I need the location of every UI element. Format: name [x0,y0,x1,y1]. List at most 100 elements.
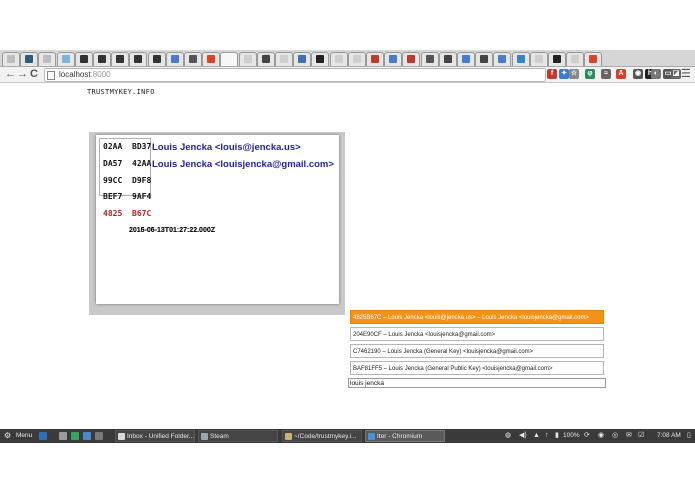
reload-icon[interactable]: C [30,67,38,82]
fingerprint-block: BD37 [132,142,152,151]
tool-icon[interactable]: φ [585,69,595,79]
browser-tab[interactable] [366,52,384,66]
browser-tab[interactable] [457,52,475,66]
spreadsheet-icon[interactable] [71,432,79,440]
browser-tab[interactable] [475,52,494,66]
search-icon [298,55,307,63]
app-icon [516,55,525,63]
battery-level: 100% [563,432,580,439]
browser-tab[interactable] [566,52,585,66]
page-icon [280,55,288,63]
browser-tab[interactable] [147,52,166,66]
browser-tab[interactable] [384,52,403,66]
taskbar-window[interactable]: Steam [198,430,278,442]
browser-tab[interactable] [420,52,439,66]
show-desktop-icon[interactable]: ▯ [687,429,691,443]
upload-icon[interactable]: ↑ [545,429,549,443]
browser-tab[interactable] [20,52,39,66]
address-bar[interactable]: localhost:8000 [44,68,546,82]
terminal-icon[interactable] [95,432,103,440]
fingerprint-block: DA57 [103,158,123,168]
browser-tab[interactable] [311,52,330,66]
pdf-icon [407,55,416,63]
google-icon [389,55,398,63]
browser-tab[interactable] [238,52,257,66]
update-icon[interactable]: ◉ [598,429,604,443]
window-icon [118,433,125,440]
browser-tab[interactable] [2,52,20,66]
browser-tab[interactable] [93,52,111,66]
browser-tab[interactable] [584,52,603,66]
browser-tab[interactable] [438,52,457,66]
suggestion-item[interactable]: C7462190 – Louis Jencka (General Key) <l… [350,344,604,358]
flash-icon[interactable]: f [547,69,557,79]
browser-tab[interactable] [220,52,239,66]
window-icon [285,433,292,440]
fingerprint-block: 42AA [132,158,152,168]
browser-tab[interactable] [165,52,184,66]
browser-tab[interactable] [402,52,421,66]
tray-app-icon[interactable]: ◍ [505,429,511,443]
suggestion-item[interactable]: 204E90CF – Louis Jencka <louisjencka@gma… [350,327,604,341]
browser-tab[interactable] [275,52,293,66]
wave-icon[interactable]: ≈ [601,69,611,79]
browser-tab[interactable] [293,52,312,66]
app-icon [207,55,216,63]
chat-icon[interactable]: ✉ [626,429,632,443]
browser-tab[interactable] [329,52,348,66]
fingerprint-block: 02AA [103,142,123,151]
files-icon[interactable] [59,432,67,440]
sync-icon[interactable]: ⟳ [584,429,590,443]
taskbar-window-label: ~/Code/trustmykey.i... [294,433,357,440]
fingerprint-block: 99CC [103,175,123,185]
menu-button[interactable]: Menu [16,429,32,443]
google-icon [170,55,179,63]
back-icon[interactable]: ← [5,67,16,82]
book-icon [425,55,434,63]
gear-icon[interactable]: ⚙ [4,429,11,443]
adblock-icon[interactable]: A [616,69,626,79]
url-port: :8000 [90,70,111,79]
steam-tray-icon[interactable]: ◎ [612,429,618,443]
browser-tab[interactable] [74,52,93,66]
browser-tab[interactable] [56,52,75,66]
puzzle-icon[interactable]: ◪ [671,69,681,79]
camera-icon[interactable]: ◉ [633,69,643,79]
page-icon [43,55,52,63]
taskbar-window-label: Iter - Chromium [377,433,423,440]
google-icon [498,55,507,63]
browser-tab[interactable] [202,52,221,66]
browser-tab[interactable] [111,52,130,66]
browser-tab[interactable] [529,52,548,66]
shield-icon[interactable]: ◐ [651,69,661,79]
menu-icon[interactable]: ☰ [681,67,691,82]
desktop-icon[interactable] [39,432,47,440]
taskbar-window[interactable]: ~/Code/trustmykey.i... [282,430,362,442]
check-icon[interactable]: ☑ [638,429,644,443]
close-tab-icon[interactable]: × [264,53,270,63]
browser-tab[interactable] [548,52,566,66]
network-icon[interactable]: ▲ [533,429,540,443]
battery-icon[interactable]: ▮ [555,429,559,443]
taskbar-window-label: Inbox - Unified Folder... [127,433,195,440]
app-icon [589,55,598,63]
volume-icon[interactable]: ◀) [519,429,527,443]
browser-tab[interactable] [184,52,202,66]
browser-tab[interactable] [129,52,148,66]
chromium-icon[interactable] [83,432,91,440]
forward-icon[interactable]: → [17,67,28,82]
fingerprint-block: 4825 [103,209,123,219]
taskbar-window[interactable]: Inbox - Unified Folder... [115,430,195,442]
browser-tab[interactable] [493,52,512,66]
suggestion-item[interactable]: 4825B67C – Louis Jencka <louis@jencka.us… [350,310,604,324]
suggestion-item[interactable]: BAF81FF5 – Louis Jencka (General Public … [350,361,604,375]
star-plus-icon[interactable]: ✦ [559,69,569,79]
taskbar-window[interactable]: Iter - Chromium [365,430,445,442]
browser-tab[interactable] [347,52,366,66]
browser-toolbar: ← → C localhost:8000 f ✦ ☆ φ ≈ A ◉ h ◐ ▭ ◪ ☰ [0,67,695,83]
browser-tab[interactable] [511,52,530,66]
search-input[interactable] [348,378,606,388]
page-icon [534,55,543,63]
star-icon[interactable]: ☆ [569,69,579,79]
browser-tab[interactable] [38,52,57,66]
